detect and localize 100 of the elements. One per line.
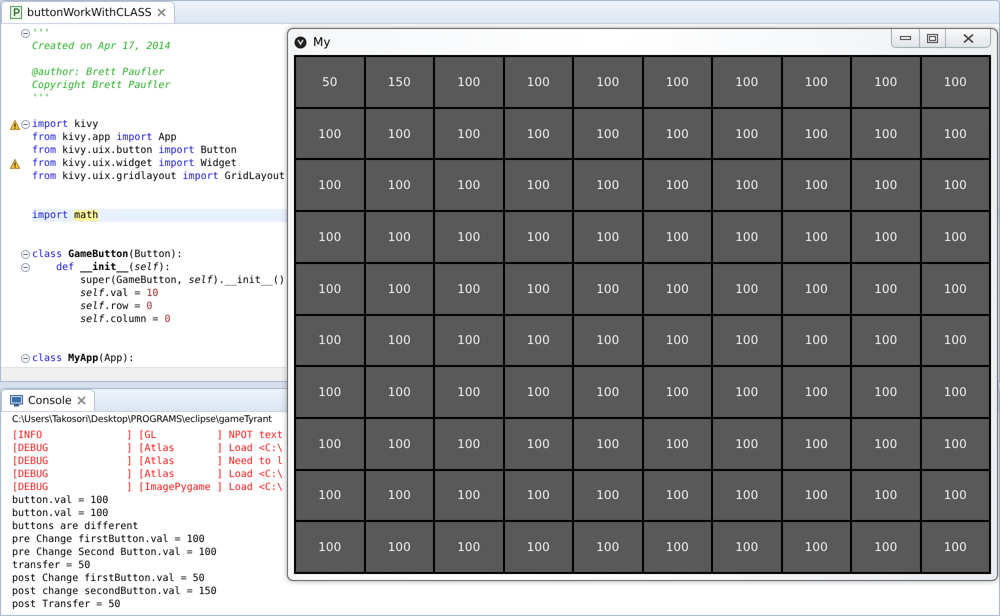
grid-button[interactable]: 100: [713, 522, 780, 572]
grid-button[interactable]: 100: [644, 470, 711, 520]
grid-button[interactable]: 100: [366, 367, 433, 417]
grid-button[interactable]: 100: [366, 160, 433, 210]
grid-button[interactable]: 100: [574, 418, 642, 469]
grid-button[interactable]: 100: [713, 470, 780, 520]
grid-button[interactable]: 100: [644, 418, 711, 469]
grid-button[interactable]: 100: [782, 418, 850, 469]
grid-button[interactable]: 100: [574, 57, 642, 107]
grid-button[interactable]: 100: [504, 108, 572, 158]
grid-button[interactable]: 100: [713, 160, 780, 210]
grid-button[interactable]: 100: [435, 418, 502, 469]
grid-button[interactable]: 100: [435, 57, 502, 107]
grid-button[interactable]: 100: [782, 470, 850, 520]
grid-button[interactable]: 100: [852, 57, 920, 107]
grid-button[interactable]: 100: [782, 264, 850, 314]
grid-button[interactable]: 100: [644, 264, 711, 314]
grid-button[interactable]: 100: [574, 470, 642, 520]
collapse-icon[interactable]: [21, 263, 30, 272]
grid-button[interactable]: 100: [782, 316, 850, 366]
grid-button[interactable]: 100: [435, 212, 502, 262]
grid-button[interactable]: 100: [504, 57, 572, 107]
grid-button[interactable]: 100: [713, 57, 780, 107]
grid-button[interactable]: 100: [435, 367, 502, 417]
grid-button[interactable]: 100: [504, 470, 572, 520]
grid-button[interactable]: 100: [713, 264, 780, 314]
grid-button[interactable]: 100: [713, 316, 780, 366]
grid-button[interactable]: 100: [644, 160, 711, 210]
grid-button[interactable]: 100: [296, 470, 364, 520]
grid-button[interactable]: 100: [504, 160, 572, 210]
grid-button[interactable]: 100: [366, 264, 433, 314]
grid-button[interactable]: 100: [782, 212, 850, 262]
grid-button[interactable]: 100: [366, 418, 433, 469]
grid-button[interactable]: 100: [852, 418, 920, 469]
grid-button[interactable]: 100: [852, 212, 920, 262]
close-button[interactable]: [945, 29, 990, 47]
grid-button[interactable]: 100: [296, 522, 364, 572]
grid-button[interactable]: 100: [296, 418, 364, 469]
grid-button[interactable]: 100: [574, 316, 642, 366]
grid-button[interactable]: 100: [852, 470, 920, 520]
grid-button[interactable]: 100: [296, 264, 364, 314]
grid-button[interactable]: 100: [366, 470, 433, 520]
grid-button[interactable]: 100: [922, 522, 989, 572]
grid-button[interactable]: 100: [922, 367, 989, 417]
grid-button[interactable]: 100: [366, 108, 433, 158]
grid-button[interactable]: 100: [504, 316, 572, 366]
grid-button[interactable]: 100: [644, 212, 711, 262]
grid-button[interactable]: 100: [782, 522, 850, 572]
grid-button[interactable]: 100: [504, 418, 572, 469]
grid-button[interactable]: 100: [574, 108, 642, 158]
grid-button[interactable]: 50: [296, 57, 364, 107]
grid-button[interactable]: 100: [435, 316, 502, 366]
grid-button[interactable]: 100: [504, 212, 572, 262]
grid-button[interactable]: 100: [366, 522, 433, 572]
grid-button[interactable]: 100: [435, 108, 502, 158]
grid-button[interactable]: 100: [713, 367, 780, 417]
grid-button[interactable]: 100: [366, 212, 433, 262]
collapse-icon[interactable]: [21, 120, 30, 129]
grid-button[interactable]: 100: [644, 316, 711, 366]
grid-button[interactable]: 100: [644, 57, 711, 107]
grid-button[interactable]: 100: [366, 316, 433, 366]
grid-button[interactable]: 100: [852, 108, 920, 158]
horizontal-scrollbar[interactable]: [1, 367, 286, 381]
grid-button[interactable]: 150: [366, 57, 433, 107]
grid-button[interactable]: 100: [782, 57, 850, 107]
grid-button[interactable]: 100: [574, 160, 642, 210]
grid-button[interactable]: 100: [922, 470, 989, 520]
grid-button[interactable]: 100: [435, 160, 502, 210]
editor-tab[interactable]: buttonWorkWithCLASS: [1, 1, 175, 23]
close-icon[interactable]: [76, 396, 86, 405]
grid-button[interactable]: 100: [852, 316, 920, 366]
grid-button[interactable]: 100: [644, 367, 711, 417]
grid-button[interactable]: 100: [644, 522, 711, 572]
grid-button[interactable]: 100: [504, 264, 572, 314]
grid-button[interactable]: 100: [713, 212, 780, 262]
grid-button[interactable]: 100: [435, 470, 502, 520]
grid-button[interactable]: 100: [574, 212, 642, 262]
maximize-button[interactable]: [919, 29, 945, 47]
grid-button[interactable]: 100: [504, 367, 572, 417]
grid-button[interactable]: 100: [574, 367, 642, 417]
grid-button[interactable]: 100: [296, 316, 364, 366]
grid-button[interactable]: 100: [922, 212, 989, 262]
grid-button[interactable]: 100: [852, 160, 920, 210]
grid-button[interactable]: 100: [922, 57, 989, 107]
grid-button[interactable]: 100: [296, 367, 364, 417]
grid-button[interactable]: 100: [644, 108, 711, 158]
grid-button[interactable]: 100: [713, 108, 780, 158]
grid-button[interactable]: 100: [852, 367, 920, 417]
minimize-button[interactable]: [892, 29, 919, 47]
grid-button[interactable]: 100: [922, 316, 989, 366]
grid-button[interactable]: 100: [922, 264, 989, 314]
close-icon[interactable]: [156, 8, 166, 17]
grid-button[interactable]: 100: [782, 367, 850, 417]
grid-button[interactable]: 100: [435, 264, 502, 314]
grid-button[interactable]: 100: [922, 108, 989, 158]
collapse-icon[interactable]: [21, 354, 30, 363]
grid-button[interactable]: 100: [574, 264, 642, 314]
grid-button[interactable]: 100: [922, 418, 989, 469]
grid-button[interactable]: 100: [435, 522, 502, 572]
collapse-icon[interactable]: [21, 250, 30, 259]
